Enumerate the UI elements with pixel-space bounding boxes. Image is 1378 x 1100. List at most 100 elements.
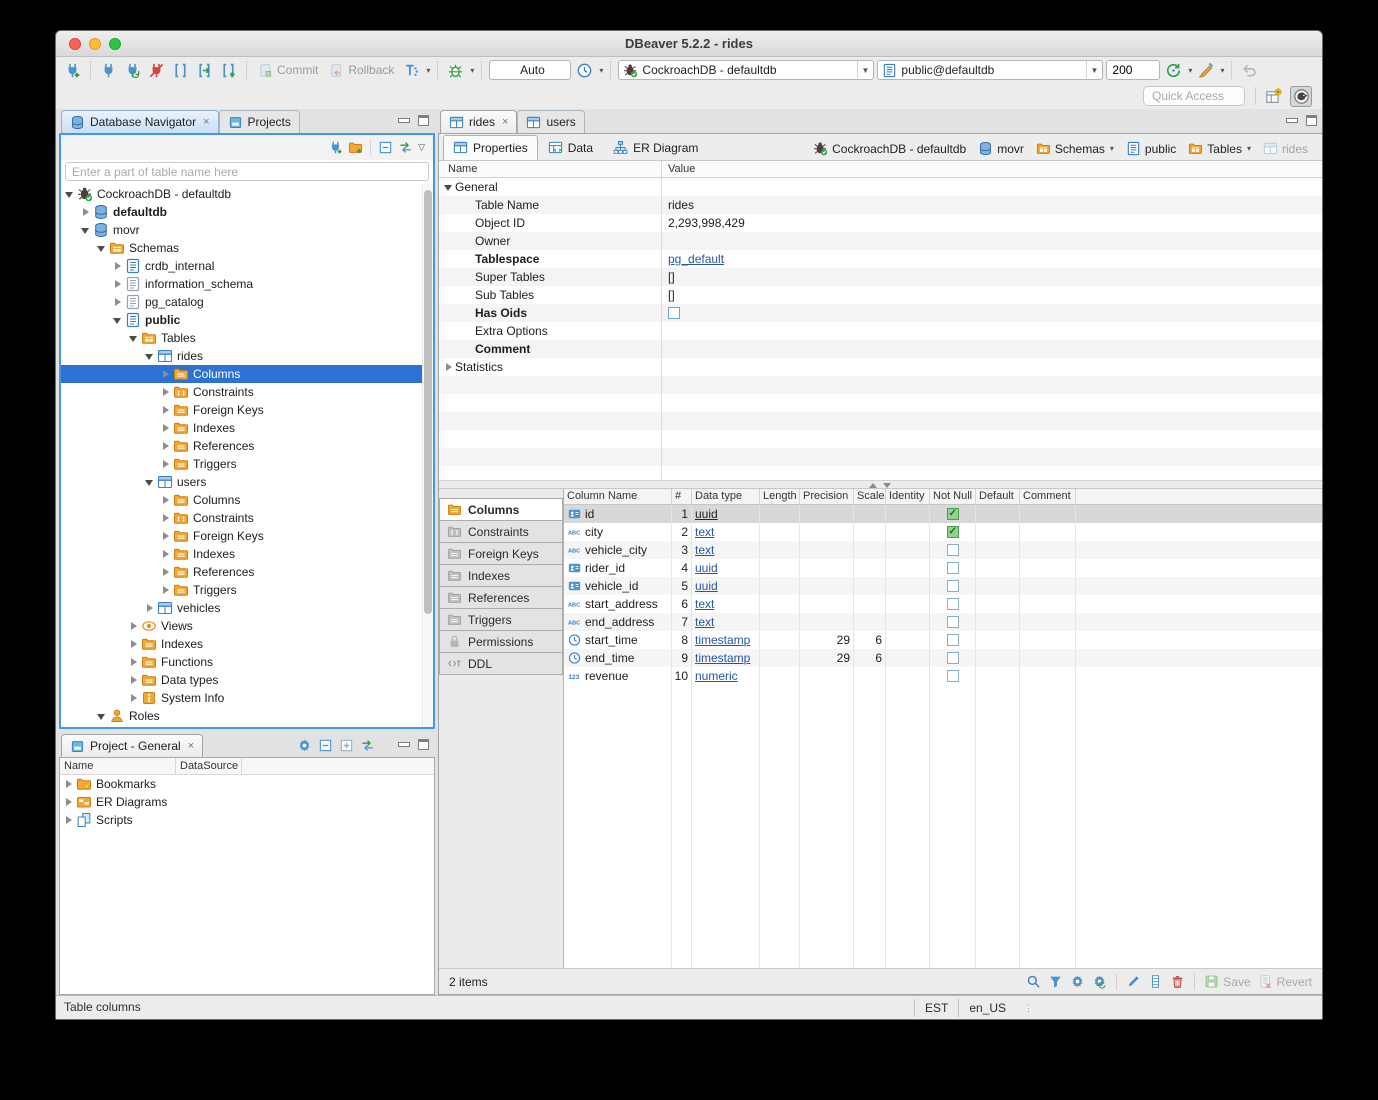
column-row-revenue[interactable]: 123revenue10numeric bbox=[564, 667, 1322, 685]
tree-item-defaultdb[interactable]: defaultdb bbox=[61, 203, 433, 221]
commit-button[interactable]: Commit bbox=[254, 63, 322, 78]
collapse-twistie-icon[interactable] bbox=[145, 351, 156, 362]
tree-item-views[interactable]: Views bbox=[61, 617, 433, 635]
add-row-icon[interactable] bbox=[1148, 974, 1163, 989]
table-filter-input[interactable] bbox=[65, 162, 429, 181]
expand-twistie-icon[interactable] bbox=[64, 797, 75, 808]
column-header-data-type[interactable]: Data type bbox=[692, 489, 760, 504]
breadcrumb-tables[interactable]: Tables▾ bbox=[1188, 141, 1251, 156]
debug-icon[interactable] bbox=[445, 60, 466, 81]
tree-item-foreign-keys[interactable]: Foreign Keys bbox=[61, 401, 433, 419]
open-perspective-icon[interactable] bbox=[1262, 86, 1284, 107]
tree-item-columns[interactable]: Columns bbox=[61, 491, 433, 509]
connection-select-arrow-icon[interactable]: ▼ bbox=[857, 61, 874, 79]
property-row-has-oids[interactable]: Has Oids bbox=[439, 304, 1322, 322]
search-icon[interactable] bbox=[1026, 974, 1041, 989]
tab-er-diagram[interactable]: ER Diagram bbox=[603, 135, 708, 160]
tree-item-indexes[interactable]: Indexes bbox=[61, 545, 433, 563]
tree-item-constraints[interactable]: Constraints bbox=[61, 509, 433, 527]
project-item-scripts[interactable]: Scripts bbox=[60, 811, 434, 829]
column-header-column-name[interactable]: Column Name bbox=[564, 489, 672, 504]
column-header-length[interactable]: Length bbox=[760, 489, 800, 504]
unchecked-checkbox[interactable] bbox=[947, 580, 959, 592]
column-row-rider-id[interactable]: rider_id4uuid bbox=[564, 559, 1322, 577]
data-type-link[interactable]: uuid bbox=[695, 579, 718, 593]
column-row-end-time[interactable]: end_time9timestamp296 bbox=[564, 649, 1322, 667]
close-tab-icon[interactable]: × bbox=[502, 116, 508, 128]
property-value-link[interactable]: pg_default bbox=[668, 252, 724, 266]
editor-tab-rides[interactable]: rides× bbox=[440, 110, 517, 133]
property-row-object-id[interactable]: Object ID2,293,998,429 bbox=[439, 214, 1322, 232]
open-sql-editor-icon[interactable] bbox=[194, 60, 215, 81]
collapse-twistie-icon[interactable] bbox=[113, 315, 124, 326]
property-row-super-tables[interactable]: Super Tables[] bbox=[439, 268, 1322, 286]
expand-twistie-icon[interactable] bbox=[129, 639, 140, 650]
refresh-settings-icon[interactable] bbox=[1092, 974, 1107, 989]
format-icon[interactable] bbox=[1195, 60, 1216, 81]
detail-tab-indexes[interactable]: Indexes bbox=[439, 564, 563, 587]
property-row-owner[interactable]: Owner bbox=[439, 232, 1322, 250]
expand-twistie-icon[interactable] bbox=[161, 423, 172, 434]
fetch-size-input[interactable] bbox=[1106, 60, 1160, 80]
sql-editor-icon[interactable] bbox=[170, 60, 191, 81]
sash-up-icon[interactable] bbox=[869, 483, 877, 488]
zoom-window-button[interactable] bbox=[109, 38, 121, 50]
expand-twistie-icon[interactable] bbox=[161, 531, 172, 542]
property-row-tablespace[interactable]: Tablespacepg_default bbox=[439, 250, 1322, 268]
new-connection-icon[interactable] bbox=[328, 140, 343, 155]
project-item-er-diagrams[interactable]: ER Diagrams bbox=[60, 793, 434, 811]
column-header-scale[interactable]: Scale bbox=[854, 489, 886, 504]
revert-button[interactable]: Revert bbox=[1258, 974, 1312, 989]
property-row-table-name[interactable]: Table Namerides bbox=[439, 196, 1322, 214]
breadcrumb-cockroachdb-defaultdb[interactable]: CockroachDB - defaultdb bbox=[813, 141, 966, 156]
data-type-link[interactable]: numeric bbox=[695, 669, 738, 683]
breadcrumb-schemas[interactable]: Schemas▾ bbox=[1036, 141, 1114, 156]
expand-twistie-icon[interactable] bbox=[161, 549, 172, 560]
settings-icon[interactable] bbox=[1070, 974, 1085, 989]
new-connection-icon[interactable] bbox=[62, 60, 83, 81]
collapse-twistie-icon[interactable] bbox=[81, 225, 92, 236]
checkbox[interactable] bbox=[668, 307, 680, 319]
minimize-view-button[interactable] bbox=[398, 118, 410, 123]
column-header-comment[interactable]: Comment bbox=[1020, 489, 1076, 504]
expand-twistie-icon[interactable] bbox=[161, 369, 172, 380]
breadcrumb-public[interactable]: public bbox=[1126, 141, 1176, 156]
locale-indicator[interactable]: en_US bbox=[958, 999, 1016, 1017]
tab-database-navigator[interactable]: Database Navigator × bbox=[61, 110, 219, 133]
column-header--[interactable]: # bbox=[672, 489, 692, 504]
link-with-editor-icon[interactable] bbox=[398, 140, 413, 155]
expand-twistie-icon[interactable] bbox=[161, 495, 172, 506]
collapse-all-icon[interactable] bbox=[378, 140, 393, 155]
column-header-not-null[interactable]: Not Null bbox=[930, 489, 976, 504]
rollback-button[interactable]: Rollback bbox=[325, 63, 398, 78]
collapse-twistie-icon[interactable] bbox=[97, 711, 108, 722]
property-row-extra-options[interactable]: Extra Options bbox=[439, 322, 1322, 340]
expand-twistie-icon[interactable] bbox=[161, 405, 172, 416]
edit-icon[interactable] bbox=[1126, 974, 1141, 989]
expand-twistie-icon[interactable] bbox=[129, 693, 140, 704]
tree-item-foreign-keys[interactable]: Foreign Keys bbox=[61, 527, 433, 545]
property-row-comment[interactable]: Comment bbox=[439, 340, 1322, 358]
timezone-indicator[interactable]: EST bbox=[914, 999, 958, 1017]
undo-icon[interactable] bbox=[1239, 60, 1260, 81]
expand-twistie-icon[interactable] bbox=[64, 779, 75, 790]
checked-checkbox[interactable] bbox=[947, 508, 959, 520]
connection-select[interactable]: CockroachDB - defaultdb ▼ bbox=[618, 60, 874, 80]
collapse-all-icon[interactable] bbox=[318, 738, 333, 753]
property-row-sub-tables[interactable]: Sub Tables[] bbox=[439, 286, 1322, 304]
detail-tab-permissions[interactable]: Permissions bbox=[439, 630, 563, 653]
expand-twistie-icon[interactable] bbox=[161, 387, 172, 398]
detail-tab-ddl[interactable]: DDL bbox=[439, 652, 563, 675]
tree-item-triggers[interactable]: Triggers bbox=[61, 581, 433, 599]
data-type-link[interactable]: timestamp bbox=[695, 651, 750, 665]
tree-item-indexes[interactable]: Indexes bbox=[61, 419, 433, 437]
column-row-id[interactable]: id1uuid bbox=[564, 505, 1322, 523]
column-row-start-time[interactable]: start_time8timestamp296 bbox=[564, 631, 1322, 649]
maximize-editor-button[interactable] bbox=[1306, 115, 1317, 126]
tree-item-triggers[interactable]: Triggers bbox=[61, 455, 433, 473]
expand-twistie-icon[interactable] bbox=[113, 261, 124, 272]
expand-twistie-icon[interactable] bbox=[64, 815, 75, 826]
data-type-link[interactable]: text bbox=[695, 525, 714, 539]
tree-item-indexes[interactable]: Indexes bbox=[61, 635, 433, 653]
commit-mode-select[interactable]: Auto bbox=[489, 60, 571, 80]
